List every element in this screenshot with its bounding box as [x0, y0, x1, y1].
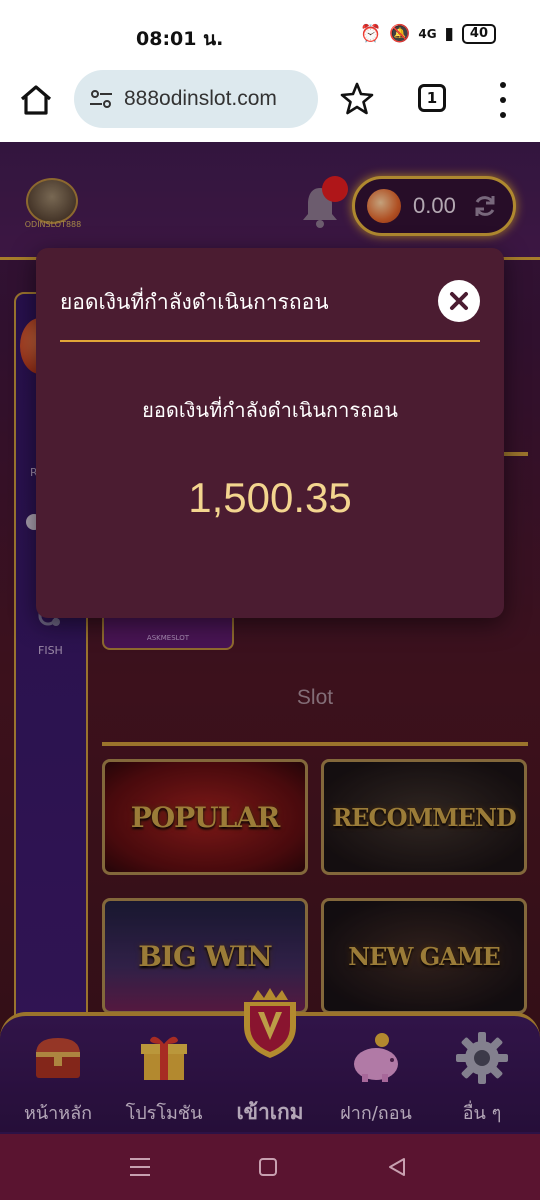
pending-amount-label: ยอดเงินที่กำลังดำเนินการถอน — [142, 398, 398, 422]
status-bar: 08:01 น. ⏰ 🔕 4G ▮ 40 — [0, 0, 540, 70]
address-bar[interactable]: 888odinslot.com — [74, 70, 318, 128]
dialog-title: ยอดเงินที่กำลังดำเนินการถอน — [60, 290, 329, 314]
home-icon[interactable] — [18, 82, 54, 118]
system-navigation-bar — [0, 1134, 540, 1200]
site-settings-icon[interactable] — [88, 86, 114, 112]
signal-bars-icon: ▮ — [444, 24, 454, 44]
status-icons: ⏰ 🔕 4G ▮ 40 — [360, 24, 496, 44]
browser-menu-icon[interactable] — [496, 82, 510, 118]
close-button[interactable] — [438, 280, 480, 322]
close-icon — [450, 292, 468, 310]
bookmark-star-icon[interactable] — [340, 80, 374, 116]
mute-icon: 🔕 — [389, 24, 411, 44]
browser-toolbar: 888odinslot.com 1 — [0, 70, 540, 142]
recent-apps-button[interactable] — [130, 1158, 150, 1176]
battery-icon: 40 — [461, 24, 496, 44]
pending-withdrawal-dialog: ยอดเงินที่กำลังดำเนินการถอน ยอดเงินที่กำ… — [36, 248, 504, 618]
home-button[interactable] — [259, 1158, 277, 1176]
tab-switcher-button[interactable]: 1 — [418, 84, 446, 112]
signal-icon: 4G — [418, 27, 437, 41]
alarm-icon: ⏰ — [360, 24, 382, 44]
dialog-divider — [60, 340, 480, 342]
url-text: 888odinslot.com — [124, 87, 277, 110]
status-time: 08:01 น. — [136, 28, 224, 50]
back-button[interactable] — [386, 1156, 408, 1178]
pending-amount-value: 1,500.35 — [188, 474, 352, 521]
